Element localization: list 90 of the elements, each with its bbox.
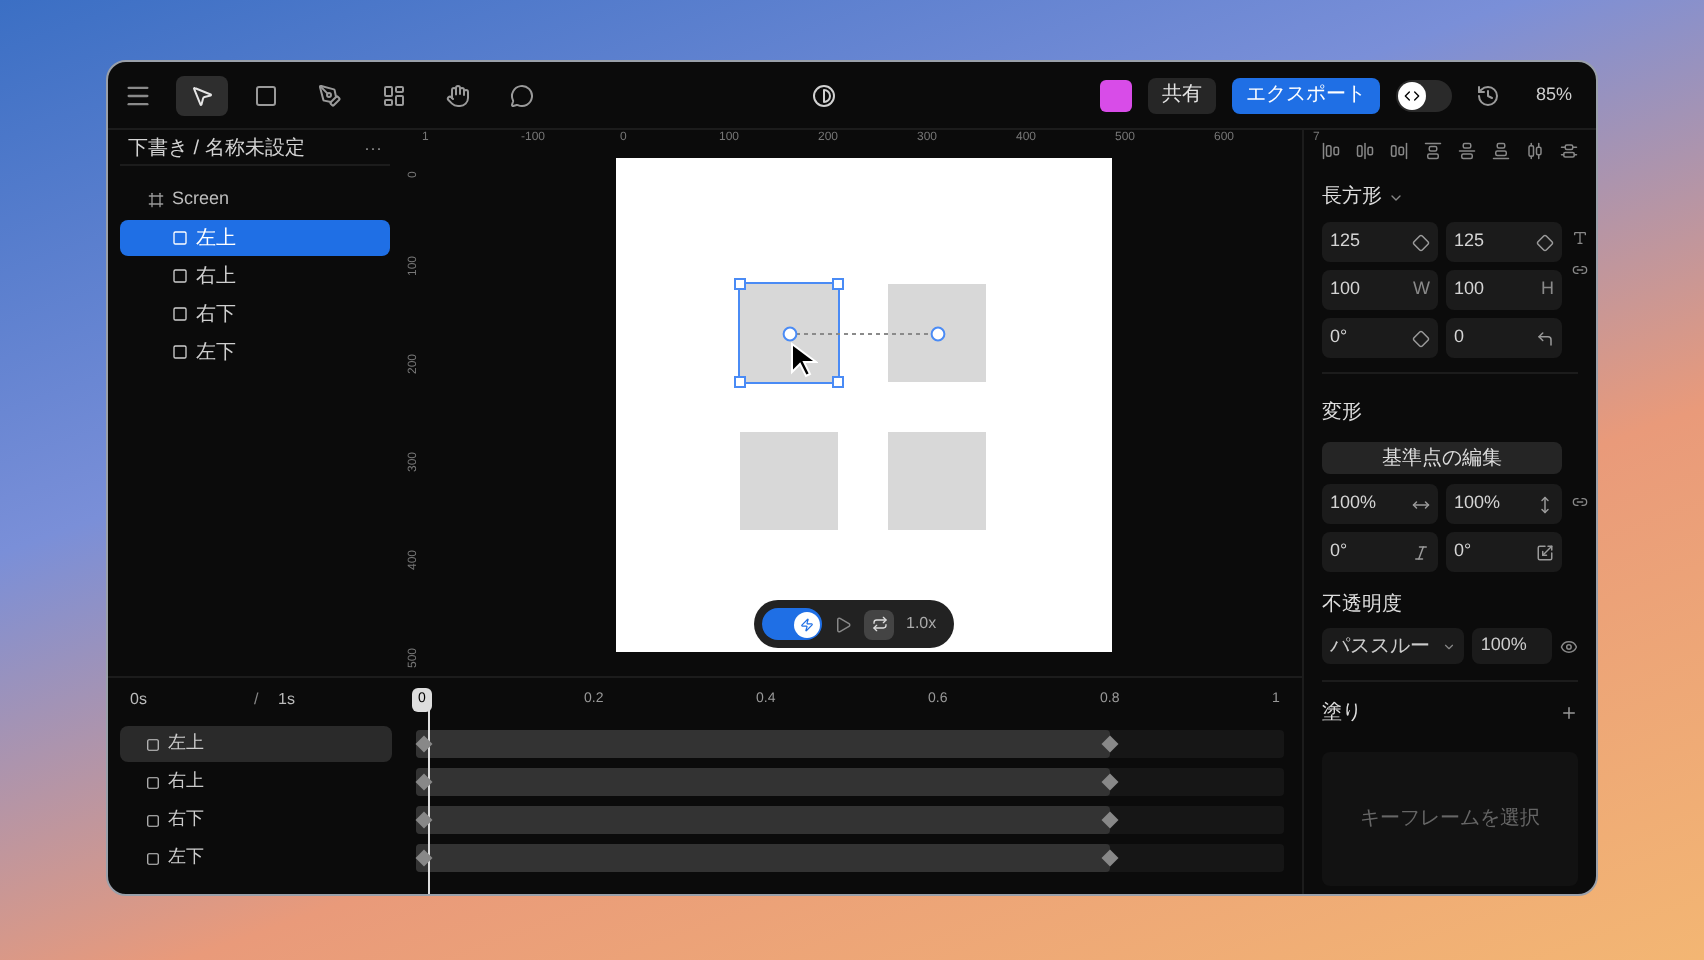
section-title: 不透明度 xyxy=(1322,591,1404,620)
align-icon[interactable] xyxy=(1526,141,1544,159)
eye-icon xyxy=(1560,637,1578,655)
rectangle-icon xyxy=(146,737,160,751)
number-field[interactable]: 100 W xyxy=(1322,270,1438,310)
field-value: 100% xyxy=(1330,490,1377,517)
preview-toggle[interactable] xyxy=(1395,79,1452,111)
diamond-icon xyxy=(1412,329,1430,347)
field-value: 0° xyxy=(1330,538,1348,565)
rectangle-icon xyxy=(172,344,188,360)
text-icon xyxy=(1572,230,1588,246)
field-value: 100 xyxy=(1454,276,1485,303)
align-icon[interactable] xyxy=(1356,141,1374,159)
number-field[interactable]: 0° xyxy=(1446,532,1562,572)
track-label[interactable]: 左下 xyxy=(120,840,392,876)
lightning-icon xyxy=(800,617,814,631)
layer-item[interactable]: 左上 xyxy=(120,220,390,256)
field-value: 100 xyxy=(1330,276,1361,303)
section-title: 長方形 xyxy=(1322,183,1382,212)
resize-handle[interactable] xyxy=(734,278,746,290)
section-title: 塗り xyxy=(1322,700,1362,728)
align-icon[interactable] xyxy=(1390,141,1408,159)
more-button[interactable]: ··· xyxy=(364,135,382,163)
number-field[interactable]: 100% xyxy=(1322,484,1438,524)
diamond-icon xyxy=(1536,233,1554,251)
play-icon[interactable] xyxy=(834,615,852,633)
field-value: 100% xyxy=(1454,490,1501,517)
empty-hint: キーフレームを選択 xyxy=(1360,806,1540,834)
field-value: 0° xyxy=(1454,538,1472,565)
code-icon xyxy=(1403,87,1420,103)
rectangle-shape[interactable] xyxy=(740,284,838,382)
resize-handle[interactable] xyxy=(734,376,746,388)
loop-icon[interactable] xyxy=(864,609,894,639)
current-time: 0s xyxy=(130,688,149,712)
align-icon[interactable] xyxy=(1424,141,1442,159)
select-tool-icon[interactable] xyxy=(176,75,228,115)
track-label[interactable]: 左上 xyxy=(120,726,392,762)
share-button[interactable]: 共有 xyxy=(1147,77,1216,113)
duration: 1s xyxy=(278,688,295,712)
align-icon[interactable] xyxy=(1492,141,1510,159)
number-field[interactable]: 0° xyxy=(1322,318,1438,358)
opacity-field[interactable]: 100% xyxy=(1472,628,1553,664)
link-icon xyxy=(1572,262,1588,278)
mouse-cursor-icon xyxy=(790,342,818,378)
rectangle-icon xyxy=(146,851,160,865)
rectangle-icon xyxy=(146,813,160,827)
number-field[interactable]: 100% xyxy=(1446,484,1562,524)
align-icon[interactable] xyxy=(1560,141,1578,159)
contrast-icon xyxy=(811,83,836,107)
layer-name: Screen xyxy=(172,186,230,213)
section-title: 変形 xyxy=(1322,402,1362,424)
history-icon[interactable] xyxy=(1475,83,1500,107)
number-field[interactable]: 0° xyxy=(1322,532,1438,572)
track-label[interactable]: 右下 xyxy=(120,802,392,838)
layer-item[interactable]: 左下 xyxy=(120,334,390,370)
time-separator: / xyxy=(254,688,261,712)
field-suffix: W xyxy=(1413,276,1430,303)
breadcrumb: 下書き / 名称未設定 xyxy=(128,135,305,164)
align-icon[interactable] xyxy=(1458,141,1476,159)
layer-item[interactable]: 右上 xyxy=(120,258,390,294)
resize-handle[interactable] xyxy=(832,278,844,290)
number-field[interactable]: 125 xyxy=(1446,222,1562,262)
field-value: 0° xyxy=(1330,324,1348,351)
align-icon[interactable] xyxy=(1322,141,1340,159)
zoom-level[interactable]: 85% xyxy=(1535,81,1572,109)
rectangle-icon xyxy=(172,230,188,246)
field-value: 125 xyxy=(1454,228,1485,255)
rectangle-icon xyxy=(172,268,188,284)
resize-handle[interactable] xyxy=(832,376,844,388)
diamond-icon xyxy=(1412,233,1430,251)
rectangle-icon xyxy=(146,775,160,789)
user-avatar[interactable] xyxy=(1099,79,1132,111)
add-icon[interactable] xyxy=(1560,704,1578,722)
speed-label[interactable]: 1.0x xyxy=(906,612,937,636)
rectangle-icon xyxy=(172,306,188,322)
number-field[interactable]: 100 H xyxy=(1446,270,1562,310)
number-field[interactable]: 0 xyxy=(1446,318,1562,358)
export-button[interactable]: エクスポート xyxy=(1231,77,1380,113)
field-value: 125 xyxy=(1330,228,1361,255)
layer-item[interactable]: 右下 xyxy=(120,296,390,332)
field-suffix: H xyxy=(1541,276,1554,303)
track-label[interactable]: 右上 xyxy=(120,764,392,800)
edit-anchor-button[interactable]: 基準点の編集 xyxy=(1322,442,1562,474)
number-field[interactable]: 125 xyxy=(1322,222,1438,262)
blend-mode-select[interactable]: パススルー xyxy=(1322,628,1465,664)
link-icon xyxy=(1572,494,1588,510)
chevron-down-icon xyxy=(1442,639,1457,653)
field-value: 0 xyxy=(1454,324,1465,351)
auto-play-toggle[interactable] xyxy=(762,608,822,640)
frame-icon xyxy=(148,192,164,208)
